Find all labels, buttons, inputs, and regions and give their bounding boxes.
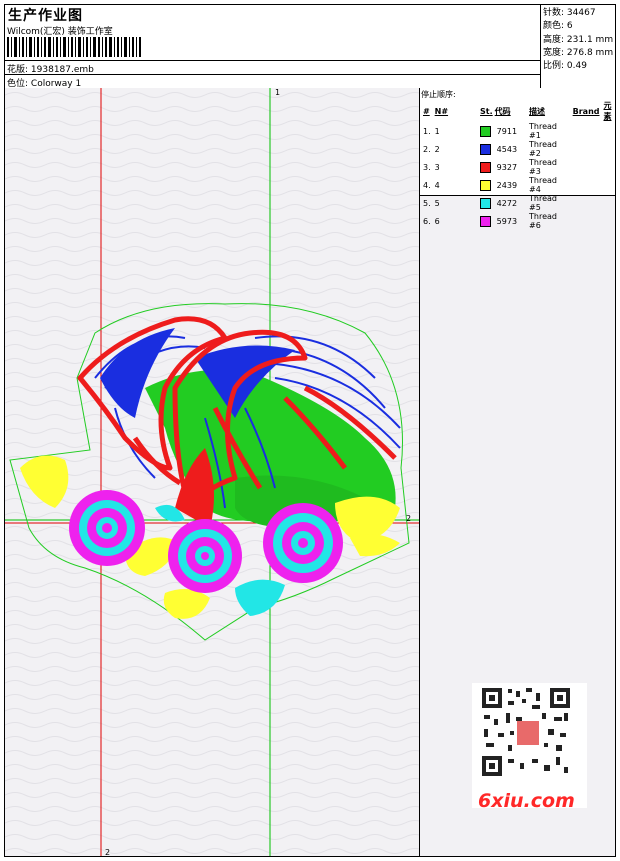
thread-row: 6. 6 5973 Thread #6 xyxy=(423,212,558,230)
rose-middle xyxy=(168,519,242,593)
stat-stitches: 针数: 34467 xyxy=(543,8,596,18)
marker-right: 2 xyxy=(406,514,412,523)
stat-height: 高度: 231.1 mm xyxy=(543,35,614,45)
thread-row: 5. 5 4272 Thread #5 xyxy=(423,194,558,212)
rose-right xyxy=(263,503,343,583)
thread-table: # N# St. 代码 描述 Brand 元素 1. 1 7911 Thread #1… xyxy=(421,100,620,230)
color-swatch xyxy=(480,143,492,155)
stats-divider xyxy=(540,4,541,88)
color-swatch xyxy=(480,125,492,137)
color-swatch xyxy=(480,197,492,209)
qr-code-graphic xyxy=(480,686,572,778)
thread-row: 4. 4 2439 Thread #4 xyxy=(423,176,558,194)
rose-left xyxy=(69,490,145,566)
marker-bottom: 2 xyxy=(105,848,111,856)
stat-scale: 比例: 0.49 xyxy=(543,61,587,71)
watermark-logo: 6xiu.com xyxy=(478,790,575,812)
sheet-title: 生产作业图 xyxy=(8,8,83,24)
design-canvas: 1 2 2 xyxy=(5,88,419,856)
seal-icon xyxy=(517,721,539,745)
color-swatch xyxy=(480,161,492,173)
color-swatch xyxy=(480,215,492,227)
company-name: Wilcom(汇宏) 装饰工作室 xyxy=(7,27,113,37)
color-swatch xyxy=(480,179,492,191)
panel-divider xyxy=(419,88,420,857)
header-divider-2 xyxy=(4,74,540,75)
stop-sequence-title: 停止顺序: xyxy=(421,90,456,99)
stat-width: 宽度: 276.8 mm xyxy=(543,48,614,58)
barcode xyxy=(7,37,141,57)
stat-colors: 颜色: 6 xyxy=(543,21,573,31)
thread-row: 2. 2 4543 Thread #2 xyxy=(423,140,558,158)
thread-row: 3. 3 9327 Thread #3 xyxy=(423,158,558,176)
embroidery-design xyxy=(5,88,419,856)
marker-top: 1 xyxy=(275,88,281,97)
thread-table-header: # N# St. 代码 描述 Brand 元素 xyxy=(423,101,612,121)
thread-row: 1. 1 7911 Thread #1 xyxy=(423,122,558,140)
header-divider-1 xyxy=(4,60,540,61)
